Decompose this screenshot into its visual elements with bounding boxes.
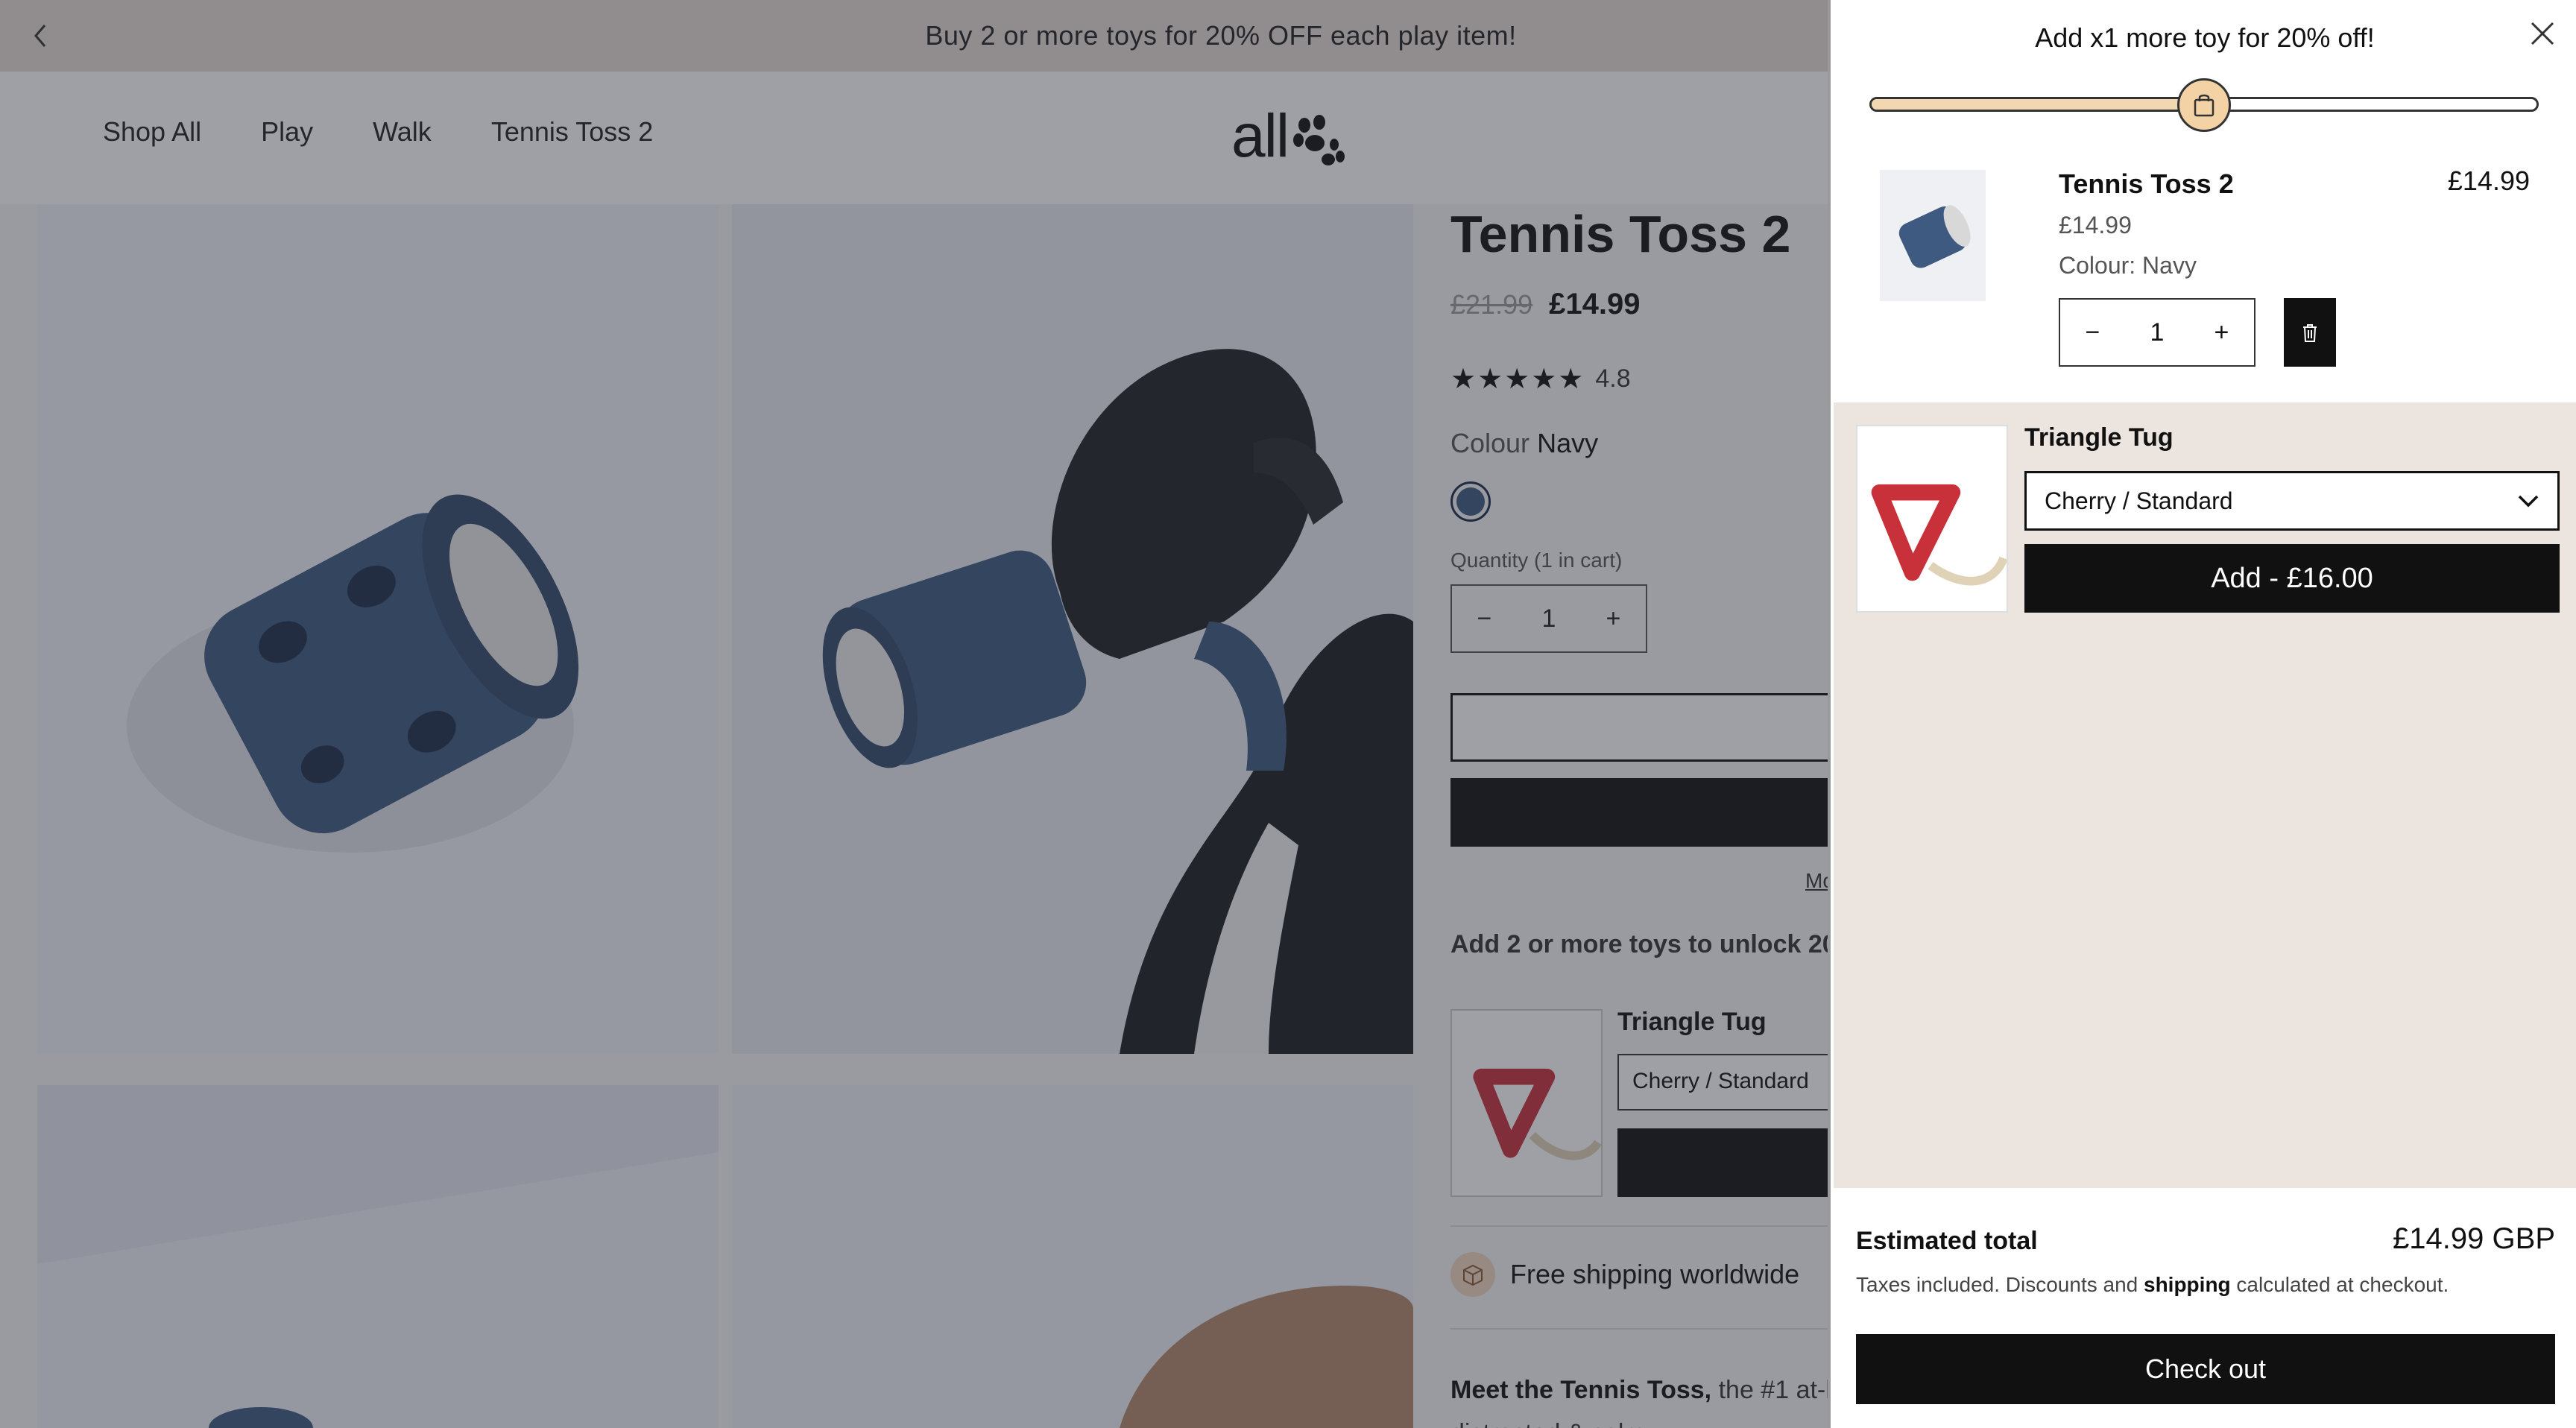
cart-item-name[interactable]: Tennis Toss 2: [2059, 168, 2234, 200]
cart-upsell-image[interactable]: [1856, 425, 2008, 613]
shipping-link[interactable]: shipping: [2144, 1273, 2231, 1296]
tax-note: Taxes included. Discounts and shipping c…: [1856, 1273, 2449, 1297]
cart-item-image[interactable]: [1880, 170, 1986, 301]
cart-upsell-variant-value: Cherry / Standard: [2045, 487, 2233, 514]
chevron-down-icon: [2518, 495, 2539, 508]
minus-icon[interactable]: −: [2086, 318, 2100, 347]
checkout-button[interactable]: Check out: [1856, 1334, 2555, 1404]
tax-note-pre: Taxes included. Discounts and: [1856, 1273, 2144, 1296]
cart-drawer: Add x1 more toy for 20% off! Tennis Toss…: [1828, 0, 2576, 1428]
close-icon[interactable]: [2524, 15, 2561, 52]
cart-upsell-variant-select[interactable]: Cherry / Standard: [2024, 471, 2560, 531]
cart-upsell-name: Triangle Tug: [2024, 423, 2174, 452]
product-page: Buy 2 or more toys for 20% OFF each play…: [0, 0, 2576, 1428]
cart-upsell-panel: Triangle Tug Cherry / Standard Add - £16…: [1834, 402, 2576, 1188]
cart-item-line-total: £14.99: [2447, 165, 2530, 196]
shopping-bag-icon: [2177, 78, 2231, 132]
trash-icon[interactable]: [2284, 298, 2336, 367]
cart-footer: Estimated total £14.99 GBP Taxes include…: [1834, 1188, 2576, 1428]
cart-promo-text: Add x1 more toy for 20% off!: [2035, 22, 2375, 53]
tax-note-post: calculated at checkout.: [2230, 1273, 2449, 1296]
plus-icon[interactable]: +: [2214, 318, 2229, 347]
cart-upsell-add-button[interactable]: Add - £16.00: [2024, 544, 2560, 613]
estimated-total-label: Estimated total: [1856, 1227, 2038, 1255]
estimated-total-value: £14.99 GBP: [2393, 1222, 2555, 1255]
page-overlay[interactable]: [0, 0, 1828, 1428]
cart-item-colour: Colour: Navy: [2059, 252, 2197, 279]
promo-progress-fill: [1872, 99, 2204, 110]
cart-quantity-stepper: − 1 +: [2059, 298, 2255, 367]
cart-quantity-value[interactable]: 1: [2150, 318, 2165, 347]
cart-item-price: £14.99: [2059, 212, 2132, 238]
